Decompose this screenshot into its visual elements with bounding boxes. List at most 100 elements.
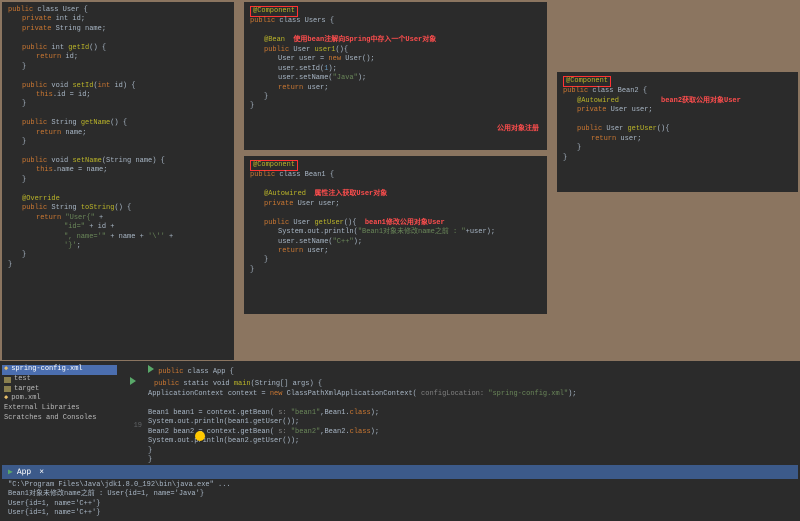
t: '}'	[64, 242, 77, 250]
t: user.setId(	[278, 65, 324, 73]
t: ,Bean2.	[320, 428, 349, 436]
t: }	[8, 251, 228, 260]
run-gutter-icon[interactable]	[130, 377, 136, 385]
t: (String[] args) {	[251, 380, 322, 388]
console-line: User{id=1, name='C++'}	[8, 500, 792, 509]
intention-bulb-icon[interactable]	[195, 431, 205, 441]
t: }	[8, 100, 228, 109]
t: .name = name;	[53, 166, 108, 174]
t: user;	[616, 135, 641, 143]
project-tree[interactable]: ◆spring-config.xml test target ◆pom.xml …	[2, 365, 117, 424]
t: );	[354, 238, 362, 246]
ide-bottom: ◆spring-config.xml test target ◆pom.xml …	[0, 361, 800, 521]
t: (){	[657, 125, 670, 133]
t: Bean1 {	[305, 171, 334, 179]
t: );	[371, 428, 379, 436]
t: Scratches and Consoles	[4, 414, 96, 424]
t: User {	[63, 6, 88, 14]
t: int	[51, 15, 72, 23]
console-line: Bean1对象未修改name之前 : User{id=1, name='Java…	[8, 490, 792, 499]
t: User user =	[278, 55, 328, 63]
t: this	[36, 166, 53, 174]
run-tab[interactable]: ▶ App ×	[2, 465, 798, 479]
t: ClassPathXmlApplicationContext(	[282, 390, 416, 398]
t: );	[568, 390, 576, 398]
tree-item[interactable]: Scratches and Consoles	[2, 414, 117, 424]
tree-item[interactable]: test	[2, 375, 117, 385]
t: () {	[89, 44, 106, 52]
t: public	[250, 171, 275, 179]
t: main	[234, 380, 251, 388]
t: @Autowired	[577, 97, 619, 105]
t: @Autowired	[264, 190, 306, 198]
t: Bean1 bean1 = context.getBean(	[148, 409, 274, 417]
t: void	[47, 157, 72, 165]
t: }	[250, 256, 541, 265]
xml-icon: ◆	[4, 394, 8, 404]
t: '\''	[148, 233, 165, 241]
t: (String name) {	[102, 157, 165, 165]
t: }	[120, 456, 798, 465]
t: +	[95, 214, 103, 222]
note: 公用对象注册	[497, 125, 539, 134]
t: class	[275, 171, 304, 179]
t: () {	[114, 204, 131, 212]
t: public	[264, 46, 289, 54]
t: + name +	[106, 233, 148, 241]
t: );	[358, 74, 366, 82]
t: User	[289, 46, 314, 54]
annotation-component: @Component	[563, 76, 611, 87]
t: }	[8, 176, 228, 185]
t: "Bean1对象未修改name之前 : "	[358, 228, 466, 236]
code-panel-app[interactable]: public class App { public static void ma…	[120, 365, 798, 465]
code-panel-users: @Component public class Users { @Bean 使用…	[244, 2, 547, 150]
t: setId	[72, 82, 93, 90]
t: "C++"	[333, 238, 354, 246]
t: (){	[344, 219, 357, 227]
note: bean1修改公用对象User	[365, 219, 445, 227]
t: class	[350, 409, 371, 417]
code-panel-bean2: @Component public class Bean2 { @Autowir…	[557, 72, 798, 192]
t: }	[120, 447, 798, 456]
console-output[interactable]: "C:\Program Files\Java\jdk1.8.0_192\bin\…	[2, 479, 798, 521]
close-icon[interactable]: ×	[39, 468, 44, 477]
t: ApplicationContext context =	[148, 390, 270, 398]
t: );	[328, 65, 336, 73]
t: }	[8, 63, 228, 72]
t: new	[270, 390, 283, 398]
tree-item[interactable]: ◆pom.xml	[2, 394, 117, 404]
t: return	[36, 214, 61, 222]
t: return	[36, 53, 61, 61]
t: "bean1"	[291, 409, 320, 417]
t: id) {	[110, 82, 135, 90]
t: user.setName(	[278, 238, 333, 246]
t: "spring-config.xml"	[488, 390, 568, 398]
t: toString	[81, 204, 115, 212]
t: getName	[81, 119, 110, 127]
t: +user);	[466, 228, 495, 236]
t: public	[577, 125, 602, 133]
run-gutter-icon[interactable]	[148, 365, 154, 373]
t: getUser	[627, 125, 656, 133]
t: String	[47, 119, 81, 127]
t: @Override	[22, 195, 60, 203]
tree-item[interactable]: target	[2, 385, 117, 395]
t: }	[8, 261, 228, 270]
t: System.out.println(bean2.getUser());	[148, 437, 299, 445]
run-tab-label: App	[17, 468, 31, 477]
t: "User{"	[61, 214, 95, 222]
t: int	[47, 44, 68, 52]
code-panel-user: public class User { private int id; priv…	[2, 2, 234, 360]
t: return	[278, 247, 303, 255]
t: private	[577, 106, 606, 114]
run-icon: ▶	[8, 467, 13, 477]
tree-item[interactable]: External Libraries	[2, 404, 117, 414]
t: user;	[632, 106, 653, 114]
tree-item[interactable]: ◆spring-config.xml	[2, 365, 117, 375]
t: }	[250, 93, 541, 102]
t: + id +	[85, 223, 114, 231]
t: App {	[213, 368, 234, 376]
t: int	[98, 82, 111, 90]
t: getUser	[314, 219, 343, 227]
t: this	[36, 91, 53, 99]
